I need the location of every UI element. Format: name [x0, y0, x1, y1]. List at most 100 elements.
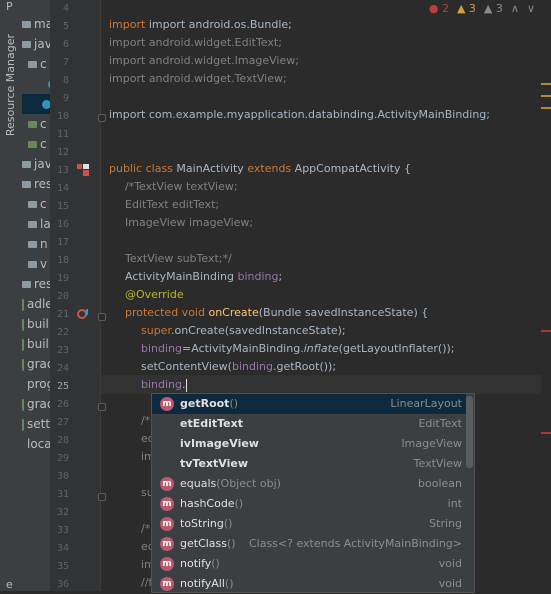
completion-item[interactable]: m hashCode() int	[152, 494, 466, 514]
weak-warning-count[interactable]: ▲ 3	[484, 2, 503, 15]
tree-item[interactable]	[28, 74, 50, 94]
error-marker[interactable]	[541, 432, 551, 434]
warning-marker[interactable]	[541, 95, 551, 97]
completion-item[interactable]: etEditText EditText	[152, 414, 466, 434]
tree-item-label: grad	[27, 357, 50, 371]
tree-item[interactable]: prog	[22, 374, 50, 394]
code: AppCompatActivity {	[294, 162, 411, 175]
tree-item[interactable]: n	[28, 234, 48, 254]
tree-item[interactable]: man	[22, 14, 50, 34]
completion-item[interactable]: m equals(Object obj) boolean	[152, 474, 466, 494]
completion-type: void	[438, 557, 462, 570]
method-lock-icon: m	[160, 577, 174, 591]
class-run-icon[interactable]	[76, 163, 89, 176]
folder-icon	[28, 201, 37, 208]
code: .onCreate(savedInstanceState);	[170, 324, 346, 337]
tree-item-label: res	[34, 177, 51, 191]
completion-name: hashCode()	[180, 497, 244, 510]
tree-item[interactable]: res (	[22, 274, 50, 294]
editor-scrollbar[interactable]	[541, 0, 551, 591]
folder-icon	[28, 61, 37, 68]
completion-item[interactable]: tvTextView TextView	[152, 454, 466, 474]
warning-marker[interactable]	[541, 83, 551, 85]
tree-item[interactable]: c	[28, 54, 47, 74]
folder-icon	[28, 241, 37, 248]
tree-item-label: grad	[27, 397, 50, 411]
line-number: 11	[56, 129, 69, 140]
tree-item[interactable]: c	[28, 194, 47, 214]
tree-item[interactable]: c	[28, 114, 47, 134]
class-name: MainActivity	[176, 162, 248, 175]
completion-name: getClass()	[180, 537, 236, 550]
tree-item[interactable]: buil	[22, 334, 49, 354]
tree-item[interactable]: la	[28, 214, 50, 234]
kw: extends	[247, 162, 295, 175]
manifest-icon	[22, 21, 31, 28]
chevron-up-icon[interactable]: ∧	[511, 2, 519, 15]
line-number: 18	[56, 255, 69, 266]
completion-type: int	[447, 497, 462, 510]
resource-manager-tab[interactable]: Resource Manager	[4, 34, 17, 136]
warning-count[interactable]: ▲ 3	[457, 2, 476, 15]
folder-icon	[22, 161, 31, 168]
tree-item-label: c	[40, 137, 47, 151]
completion-item[interactable]: m toString() String	[152, 514, 466, 534]
chevron-down-icon[interactable]: ∨	[527, 2, 535, 15]
completion-item[interactable]: m notifyAll() void	[152, 574, 466, 592]
tree-item-label: man	[34, 17, 50, 31]
gradle-icon	[22, 418, 24, 431]
completion-name: equals(Object obj)	[180, 477, 281, 490]
tree-item[interactable]: res	[22, 174, 51, 194]
tree-item-label: java	[34, 37, 50, 51]
code: (Bundle savedInstanceState) {	[258, 306, 429, 319]
tree-item-label: prog	[27, 377, 50, 391]
tree-item[interactable]: adle S	[22, 294, 50, 314]
tree-item[interactable]: v	[28, 254, 47, 274]
tree-item[interactable]: buil	[22, 314, 49, 334]
tree-item[interactable]: c	[28, 134, 47, 154]
completion-item[interactable]: ivImageView ImageView	[152, 434, 466, 454]
tree-item[interactable]: java	[22, 154, 50, 174]
tree-item[interactable]: grad	[22, 354, 50, 374]
completion-item[interactable]: m notify() void	[152, 554, 466, 574]
tree-item[interactable]: grad	[22, 394, 50, 414]
completion-item[interactable]: m getClass() Class<? extends ActivityMainB…	[152, 534, 466, 554]
completion-item[interactable]: m getRoot() LinearLayout	[152, 394, 466, 414]
popup-scrollbar[interactable]	[466, 396, 473, 468]
line-number: 26	[56, 399, 69, 410]
code-line-7: import android.widget.TextView;	[109, 72, 287, 85]
completion-type: TextView	[413, 457, 462, 470]
tree-item[interactable]: java	[22, 34, 50, 54]
line-number: 20	[56, 291, 69, 302]
error-count[interactable]: ● 2	[429, 2, 449, 15]
method-lock-icon: m	[160, 557, 174, 571]
field: binding	[237, 270, 279, 283]
completion-type: EditText	[418, 417, 462, 430]
completion-type: Class<? extends ActivityMainBinding>	[248, 537, 462, 550]
error-marker[interactable]	[541, 330, 551, 332]
code-line-6: import android.widget.ImageView;	[109, 54, 299, 67]
folder-icon	[22, 181, 31, 188]
line-number: 10	[56, 111, 69, 122]
folder-icon	[28, 261, 37, 268]
tree-item[interactable]: local	[22, 434, 50, 454]
method-icon: m	[160, 477, 174, 491]
tree-item-label: setti	[27, 417, 51, 431]
completion-type: LinearLayout	[390, 397, 462, 410]
tree-item-label: c	[40, 57, 47, 71]
line-number: 16	[56, 219, 69, 230]
override-icon[interactable]	[76, 307, 90, 324]
line-number: 17	[56, 237, 69, 248]
line-number: 36	[56, 579, 69, 590]
tree-item[interactable]: setti	[22, 414, 51, 434]
warning-marker[interactable]	[541, 107, 551, 109]
tree-item-label: c	[40, 117, 47, 131]
tree-item[interactable]	[22, 94, 50, 114]
inspection-status[interactable]: ● 2 ▲ 3 ▲ 3 ∧ ∨	[429, 0, 535, 16]
project-tab-label[interactable]: P	[6, 0, 13, 13]
structure-tab-label[interactable]: e	[6, 578, 13, 591]
weak-warning-icon: ▲	[483, 1, 493, 15]
line-number: 24	[56, 363, 69, 374]
field: binding	[141, 378, 183, 391]
code: (getLayoutInflater());	[338, 342, 455, 355]
